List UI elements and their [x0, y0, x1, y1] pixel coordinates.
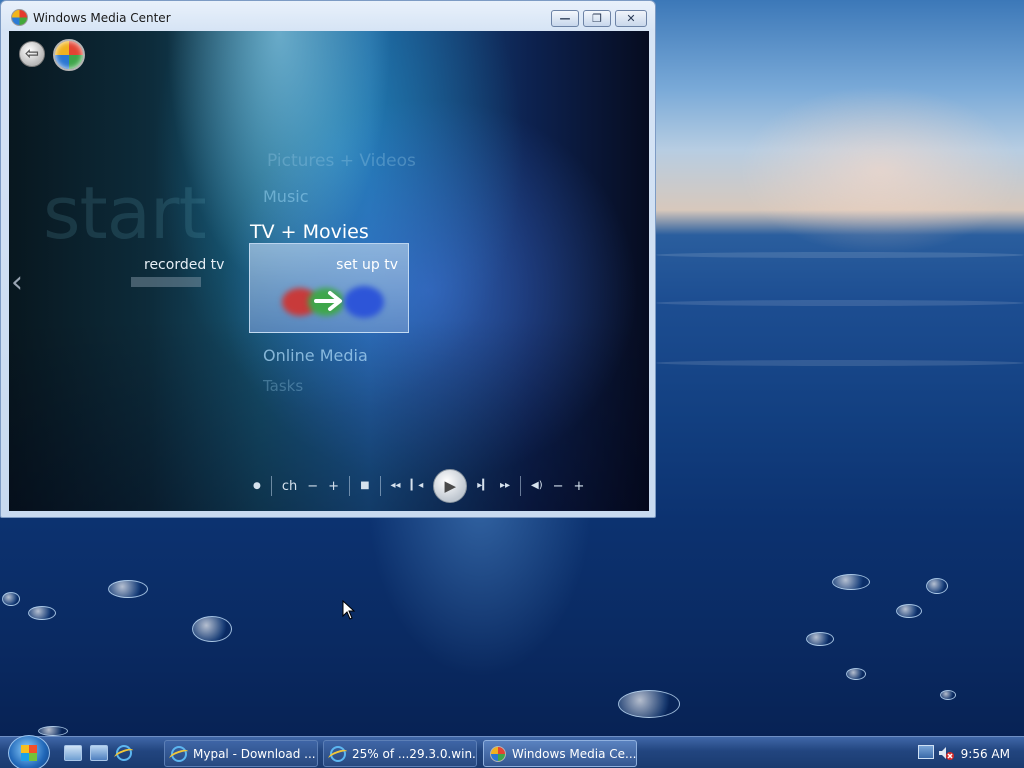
desktop-wave	[656, 360, 1024, 366]
media-center-content: ⇦ start Pictures + Videos Music TV + Mov…	[9, 31, 649, 511]
transport-divider	[349, 476, 351, 496]
minimize-button[interactable]: —	[551, 10, 579, 27]
menu-tile-set-up-tv[interactable]: set up tv	[249, 243, 409, 333]
record-button[interactable]: ●	[253, 474, 261, 498]
transport-divider	[379, 476, 381, 496]
menu-item-pictures-videos[interactable]: Pictures + Videos	[267, 151, 416, 171]
menu-item-online-media[interactable]: Online Media	[263, 346, 368, 365]
media-center-logo-icon	[490, 745, 506, 762]
menu-item-tv-movies[interactable]: TV + Movies	[250, 221, 369, 243]
network-icon[interactable]	[918, 745, 934, 759]
desktop-bubble	[28, 606, 56, 620]
desktop-bubble	[940, 690, 956, 700]
transport-controls: ● ch − + ■ ◂◂ ▎◂ ▶ ▸▎ ▸▸ ◀) − +	[253, 469, 643, 503]
mouse-cursor-icon	[342, 600, 356, 620]
desktop-bubble	[832, 574, 870, 590]
internet-explorer-icon	[330, 745, 346, 762]
desktop-bubble	[618, 690, 680, 718]
desktop-wave	[656, 252, 1024, 258]
internet-explorer-icon[interactable]	[116, 745, 134, 761]
start-button[interactable]	[8, 735, 50, 768]
desktop-light-rays	[300, 500, 660, 740]
taskbar-item-windows-media-center[interactable]: Windows Media Ce...	[483, 740, 637, 767]
taskbar-item-mypal-download[interactable]: Mypal - Download ...	[164, 740, 318, 767]
menu-tile-recorded-tv[interactable]: recorded tv	[144, 257, 224, 273]
taskbar-clock[interactable]: 9:56 AM	[961, 747, 1010, 761]
setup-arrow-icon	[314, 291, 342, 311]
media-center-start-button[interactable]	[53, 39, 85, 71]
channel-up-button[interactable]: +	[328, 474, 339, 498]
system-tray: 9:56 AM	[912, 740, 1024, 767]
taskbar: Mypal - Download ... 25% of ...29.3.0.wi…	[0, 735, 1024, 768]
show-desktop-icon[interactable]	[64, 745, 82, 761]
transport-divider	[520, 476, 522, 496]
scroll-left-arrow-icon[interactable]: ‹	[11, 265, 23, 300]
back-arrow-icon: ⇦	[24, 43, 40, 64]
channel-down-button[interactable]: −	[307, 474, 318, 498]
taskbar-item-label: 25% of ...29.3.0.win...	[352, 746, 477, 761]
fast-forward-button[interactable]: ▸▸	[500, 474, 510, 498]
desktop-bubble	[926, 578, 948, 594]
media-center-window[interactable]: Windows Media Center — ❐ ✕ ⇦ start Pictu…	[0, 0, 656, 518]
media-center-logo-icon	[11, 9, 28, 26]
desktop-bubble	[2, 592, 20, 606]
desktop-bubble	[806, 632, 834, 646]
setup-blue-blob	[344, 286, 384, 318]
setup-tv-icon	[282, 284, 386, 318]
start-watermark: start	[43, 171, 207, 255]
close-button[interactable]: ✕	[615, 10, 647, 27]
channel-label: ch	[281, 478, 298, 494]
rewind-button[interactable]: ◂◂	[391, 474, 401, 498]
previous-button[interactable]: ▎◂	[411, 474, 424, 498]
internet-explorer-icon	[171, 745, 187, 762]
back-button[interactable]: ⇦	[19, 41, 45, 67]
play-button[interactable]: ▶	[433, 469, 468, 503]
desktop-bubble	[846, 668, 866, 680]
taskbar-item-label: Mypal - Download ...	[193, 746, 316, 761]
desktop-bubble	[896, 604, 922, 618]
switch-windows-icon[interactable]	[90, 745, 108, 761]
window-titlebar[interactable]: Windows Media Center — ❐ ✕	[1, 1, 655, 35]
recorded-tv-placeholder	[131, 277, 201, 287]
volume-icon[interactable]: ◀)	[531, 474, 543, 498]
next-button[interactable]: ▸▎	[477, 474, 490, 498]
taskbar-item-download-progress[interactable]: 25% of ...29.3.0.win...	[323, 740, 477, 767]
window-title: Windows Media Center	[33, 11, 171, 25]
set-up-tv-label: set up tv	[336, 257, 398, 273]
stop-button[interactable]: ■	[360, 474, 369, 498]
transport-divider	[270, 476, 272, 496]
desktop-bubble	[108, 580, 148, 598]
desktop-wave	[656, 300, 1024, 306]
menu-item-music[interactable]: Music	[263, 187, 309, 206]
menu-item-tasks[interactable]: Tasks	[263, 377, 303, 395]
desktop-bubble	[192, 616, 232, 642]
volume-up-button[interactable]: +	[574, 474, 585, 498]
desktop-bubble	[38, 726, 68, 736]
volume-muted-icon[interactable]	[938, 745, 954, 761]
maximize-button[interactable]: ❐	[583, 10, 611, 27]
taskbar-item-label: Windows Media Ce...	[512, 746, 637, 761]
volume-down-button[interactable]: −	[553, 474, 564, 498]
windows-logo-icon	[21, 745, 37, 761]
